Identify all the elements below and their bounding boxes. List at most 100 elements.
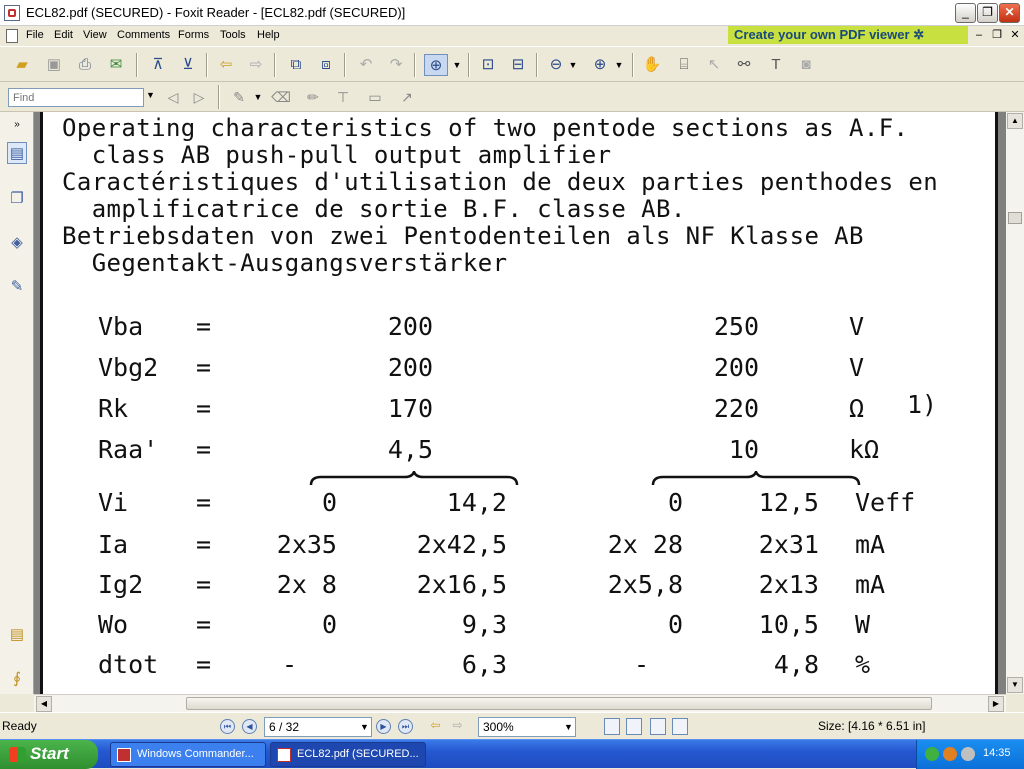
restore-button[interactable]: ❐ <box>977 3 998 23</box>
zoom-level-input[interactable] <box>478 717 576 737</box>
horizontal-scroll-thumb[interactable] <box>186 697 932 710</box>
extract-pages-icon[interactable]: ⧉ <box>284 54 308 76</box>
vertical-scrollbar[interactable]: ▲ ▼ <box>1006 112 1024 694</box>
pointer-icon[interactable]: ↖ <box>702 54 726 76</box>
volume-tray-icon[interactable] <box>961 747 975 761</box>
menu-comments[interactable]: Comments <box>117 29 170 41</box>
zoom-in-icon[interactable]: ⊕ <box>588 54 612 76</box>
task-windows-commander[interactable]: Windows Commander... <box>110 742 266 767</box>
prev-page-icon[interactable]: ◀ <box>242 719 257 734</box>
scroll-right-icon[interactable]: ▶ <box>988 696 1004 712</box>
task-foxit-reader[interactable]: ECL82.pdf (SECURED... <box>270 742 426 767</box>
network-tray-icon[interactable] <box>925 747 939 761</box>
menu-edit[interactable]: Edit <box>54 29 73 41</box>
vertical-scroll-thumb[interactable] <box>1008 212 1022 224</box>
print-icon[interactable]: ⎙ <box>73 54 97 76</box>
zoom-dropdown-icon[interactable]: ▼ <box>564 722 573 732</box>
title-bar: ECL82.pdf (SECURED) - Foxit Reader - [EC… <box>0 0 1024 26</box>
snapshot-icon[interactable]: ◙ <box>794 54 818 76</box>
next-page-status-icon[interactable]: ▶ <box>376 719 391 734</box>
facing-pages-icon[interactable] <box>650 718 666 735</box>
attachments-icon[interactable]: ∮ <box>7 668 27 690</box>
redo-icon[interactable]: ↷ <box>384 54 408 76</box>
open-folder-icon[interactable]: ▰ <box>10 54 34 76</box>
scroll-down-icon[interactable]: ▼ <box>1007 677 1023 693</box>
previous-page-icon[interactable]: ⊼ <box>146 54 170 76</box>
mdi-close-button[interactable]: ✕ <box>1006 28 1024 44</box>
zoom-tool-icon[interactable]: ⊕ <box>424 54 448 76</box>
unit: % <box>855 650 871 679</box>
next-page-icon[interactable]: ⊻ <box>176 54 200 76</box>
menu-file[interactable]: File <box>26 29 44 41</box>
layers-icon[interactable]: ◈ <box>7 232 27 254</box>
annotations-icon[interactable]: ✎ <box>7 276 27 298</box>
find-input[interactable] <box>8 88 144 107</box>
undo-icon[interactable]: ↶ <box>354 54 378 76</box>
mdi-minimize-button[interactable]: – <box>970 28 988 44</box>
arrow-tool-icon[interactable]: ↗ <box>396 87 418 107</box>
document-icon[interactable] <box>6 29 18 43</box>
note-dropdown-icon[interactable]: ▼ <box>252 87 264 107</box>
minimize-button[interactable]: _ <box>955 3 976 23</box>
hand-tool-icon[interactable]: ✋ <box>640 54 664 76</box>
menu-tools[interactable]: Tools <box>220 29 246 41</box>
windows-commander-icon <box>117 748 131 762</box>
value-left: 170 <box>387 394 433 423</box>
find-dropdown-icon[interactable]: ▼ <box>146 90 156 104</box>
bookmarks-icon[interactable]: ▤ <box>7 142 27 164</box>
zoom-dropdown-arrow-icon[interactable]: ▼ <box>450 54 464 76</box>
first-page-icon[interactable]: ⏮ <box>220 719 235 734</box>
fit-page-icon[interactable]: ⊡ <box>476 54 500 76</box>
unit: V <box>849 353 865 382</box>
continuous-facing-icon[interactable] <box>672 718 688 735</box>
zoom-out-icon[interactable]: ⊖ <box>544 54 568 76</box>
zoom-in-dropdown-icon[interactable]: ▼ <box>612 54 626 76</box>
menu-view[interactable]: View <box>83 29 107 41</box>
mdi-restore-button[interactable]: ❐ <box>988 28 1006 44</box>
email-icon[interactable]: ✉ <box>104 54 128 76</box>
eraser-icon[interactable]: ⌫ <box>270 87 292 107</box>
menu-help[interactable]: Help <box>257 29 280 41</box>
status-bar: Ready ⏮ ◀ ▼ ▶ ⏭ ⇦ ⇨ ▼ Size: [4.16 * 6.51… <box>0 712 1024 739</box>
start-button[interactable]: Start <box>0 740 98 769</box>
note-tool-icon[interactable]: ✎ <box>228 87 250 107</box>
find-next-icon[interactable]: ▷ <box>188 87 210 107</box>
back-arrow-icon[interactable]: ⇦ <box>214 54 238 76</box>
last-page-icon[interactable]: ⏭ <box>398 719 413 734</box>
page-dropdown-icon[interactable]: ▼ <box>360 722 369 732</box>
comment-list-icon[interactable]: ▤ <box>7 624 27 646</box>
binoculars-icon[interactable]: ⚯ <box>732 54 756 76</box>
typewriter-icon[interactable]: T <box>764 54 788 76</box>
zoom-out-dropdown-icon[interactable]: ▼ <box>566 54 580 76</box>
back-view-icon[interactable]: ⇦ <box>428 719 443 734</box>
scroll-left-icon[interactable]: ◀ <box>36 696 52 712</box>
update-tray-icon[interactable] <box>943 747 957 761</box>
forward-arrow-icon[interactable]: ⇨ <box>244 54 268 76</box>
rotate-pages-icon[interactable]: ⧈ <box>314 54 338 76</box>
close-button[interactable]: ✕ <box>999 3 1020 23</box>
forward-view-icon[interactable]: ⇨ <box>450 719 465 734</box>
menu-forms[interactable]: Forms <box>178 29 209 41</box>
footnote-marker: 1) <box>907 390 938 419</box>
pencil-icon[interactable]: ✏ <box>302 87 324 107</box>
scroll-up-icon[interactable]: ▲ <box>1007 113 1023 129</box>
task-label: Windows Commander... <box>137 748 254 760</box>
document-view[interactable]: Operating characteristics of two pentode… <box>34 112 1006 694</box>
brace-right-group <box>651 471 861 486</box>
value-col4: 12,5 <box>758 488 819 517</box>
pages-icon[interactable]: ❐ <box>7 188 27 210</box>
horizontal-scrollbar[interactable]: ◀ ▶ <box>34 694 1006 712</box>
foxit-app-icon[interactable] <box>4 5 20 21</box>
text-box-icon[interactable]: ⊤ <box>332 87 354 107</box>
continuous-page-icon[interactable] <box>626 718 642 735</box>
promo-banner[interactable]: Create your own PDF viewer ✲ <box>728 26 968 44</box>
save-icon[interactable]: ▣ <box>42 54 66 76</box>
find-previous-icon[interactable]: ◁ <box>162 87 184 107</box>
select-text-icon[interactable]: ⌸ <box>672 54 696 76</box>
expand-panel-icon[interactable]: » <box>7 114 27 130</box>
fit-width-icon[interactable]: ⊟ <box>506 54 530 76</box>
page-number-input[interactable] <box>264 717 372 737</box>
single-page-icon[interactable] <box>604 718 620 735</box>
clock: 14:35 <box>983 747 1011 759</box>
comment-icon[interactable]: ▭ <box>364 87 386 107</box>
